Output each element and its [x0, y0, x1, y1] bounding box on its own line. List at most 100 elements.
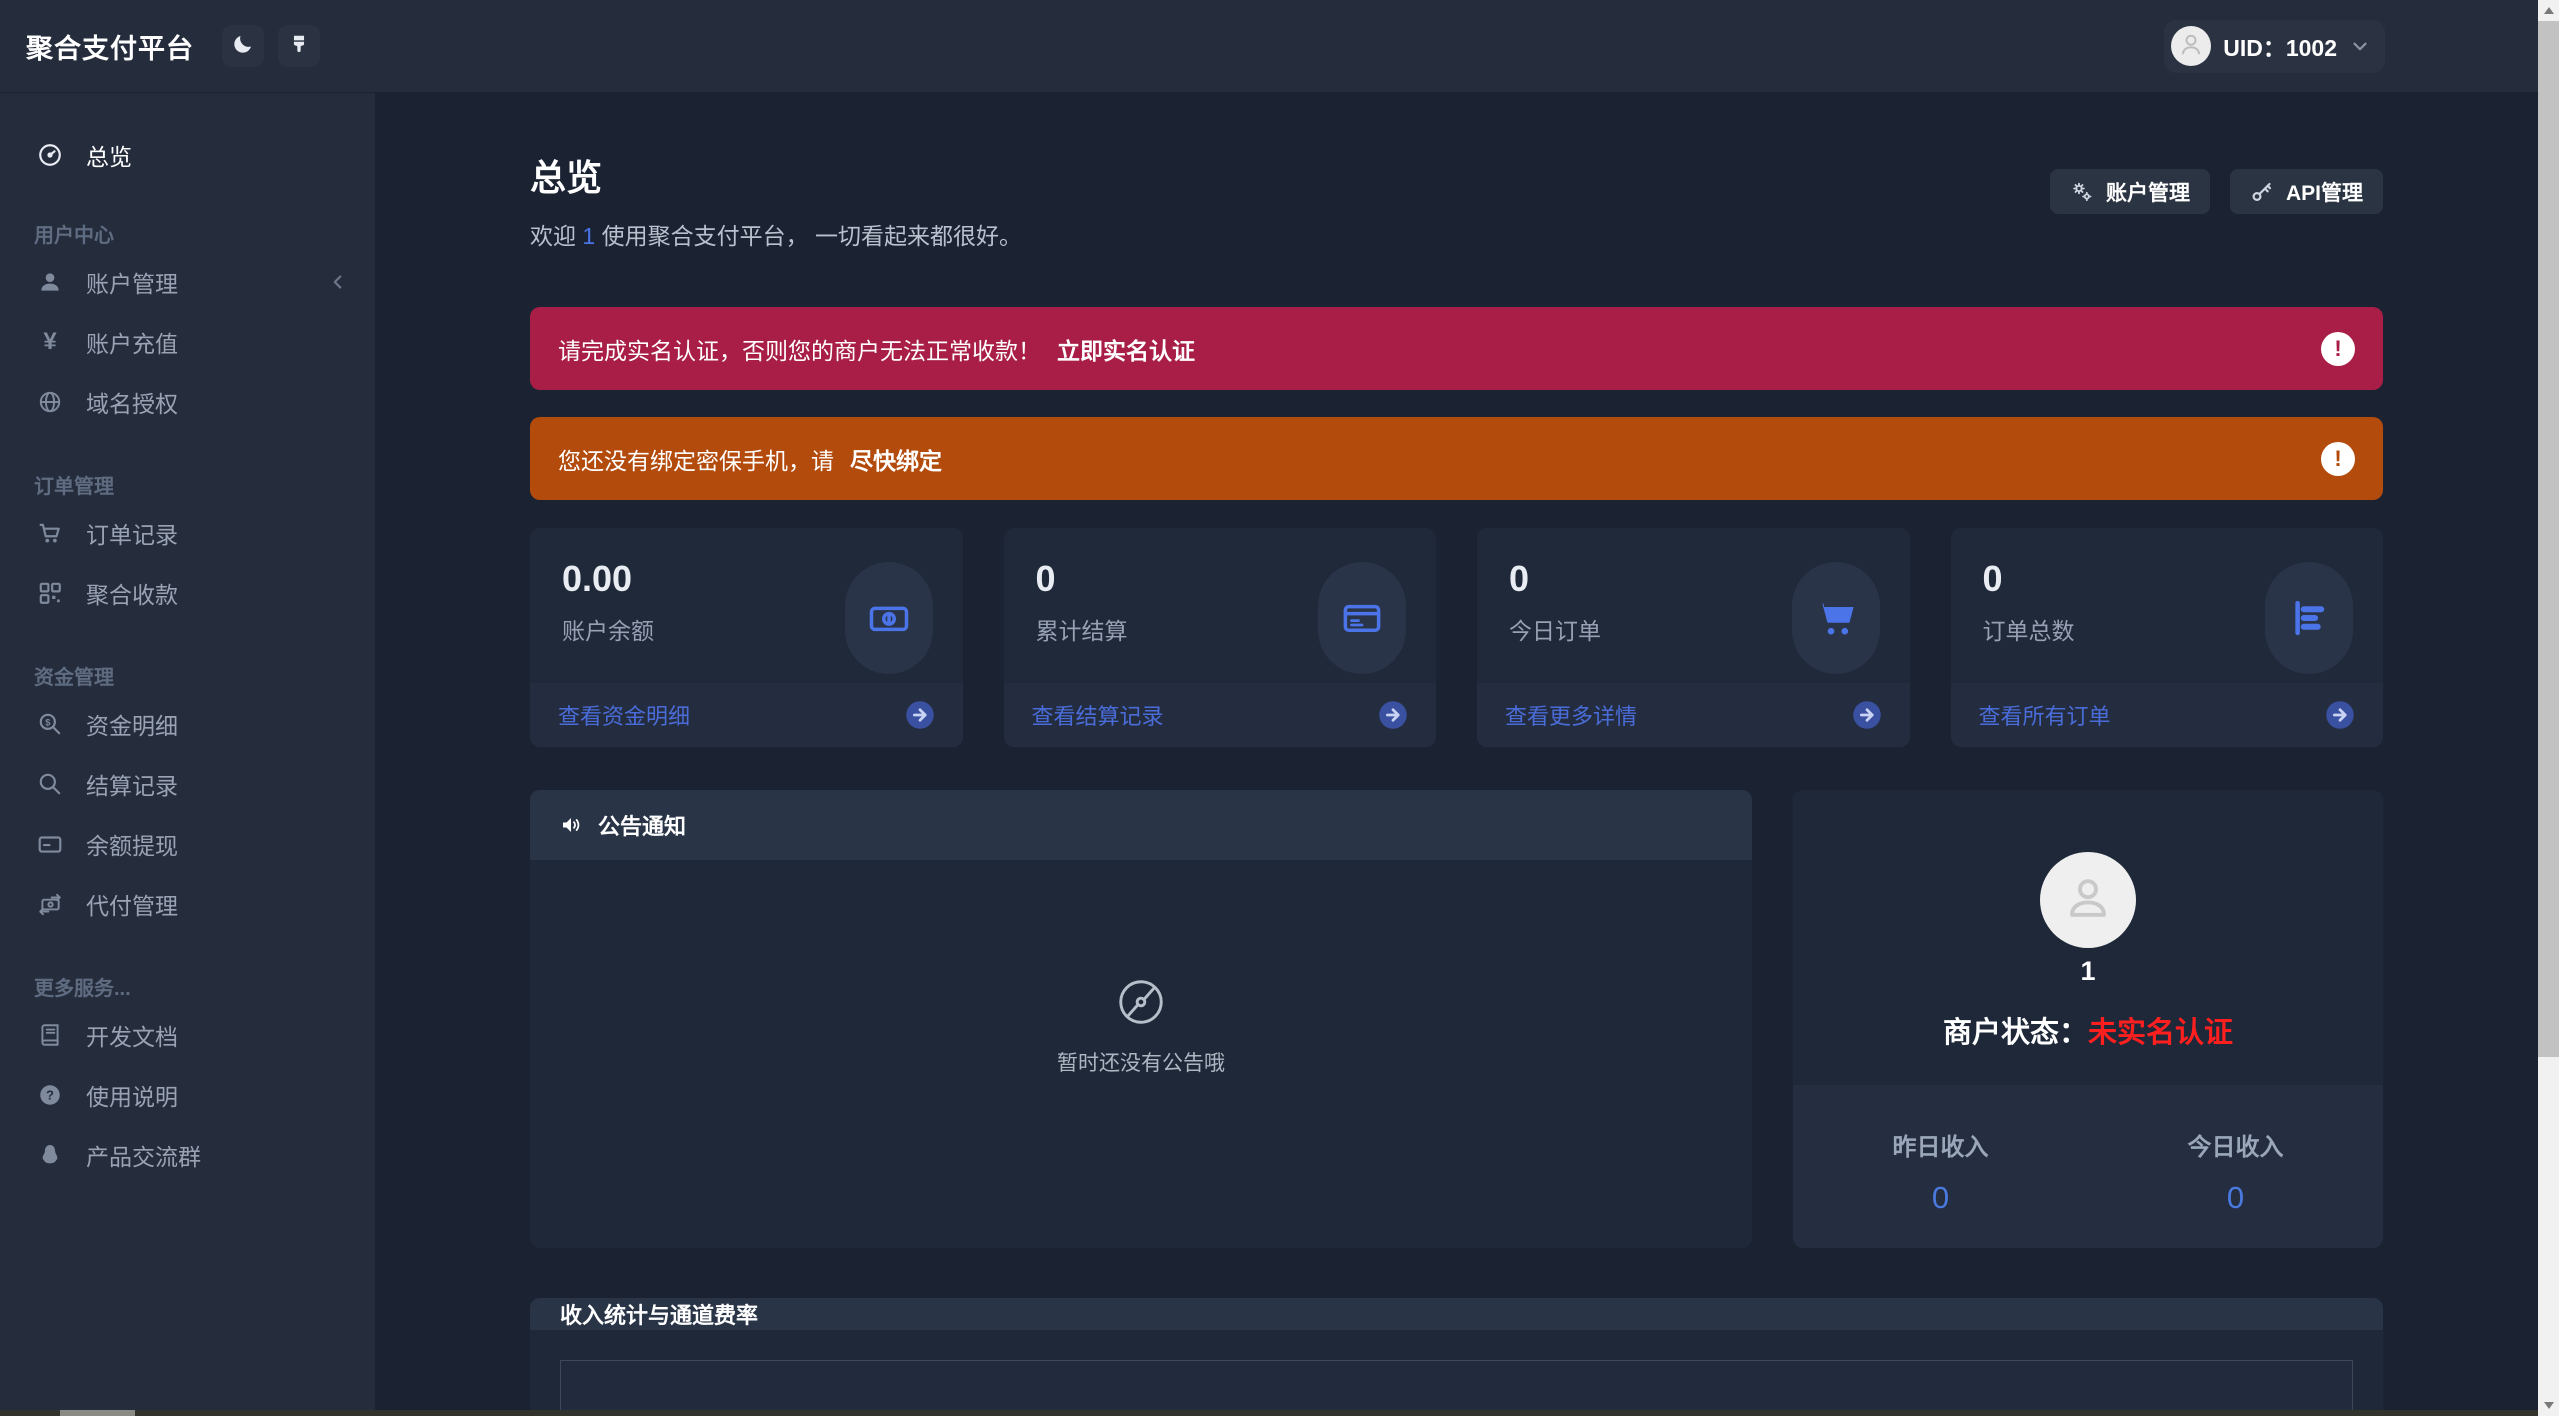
svg-text:$: $	[45, 717, 50, 727]
merchant-status-label: 商户状态：	[1942, 1017, 2088, 1049]
card-body: 0.00 账户余额	[530, 528, 963, 683]
person-icon	[2057, 867, 2119, 934]
sidebar-item-aggregate-collect[interactable]: 聚合收款	[0, 563, 375, 623]
sidebar-section-label: 用户中心	[34, 225, 114, 247]
sidebar-item-domain-auth[interactable]: 域名授权	[0, 372, 375, 432]
card-body: 0 订单总数	[1950, 528, 2383, 683]
qrcode-icon	[34, 580, 66, 606]
internet-explorer-icon	[34, 389, 66, 415]
view-settle-records-link[interactable]: 查看结算记录	[1032, 699, 1164, 731]
sidebar-item-dev-docs[interactable]: 开发文档	[0, 1005, 375, 1065]
panels-row: 公告通知 暂时还没有公告哦 1 商户状态：未实名认证 昨日收入 0 今日收入 0	[530, 790, 2383, 1248]
bind-phone-link[interactable]: 尽快绑定	[850, 442, 942, 476]
sidebar-item-usage-guide[interactable]: ? 使用说明	[0, 1065, 375, 1125]
card-footer: 查看结算记录	[1003, 683, 1436, 747]
page-head-text: 总览 欢迎 1 使用聚合支付平台， 一切看起来都很好。	[530, 149, 1022, 251]
merchant-count: 1	[2080, 956, 2096, 986]
card-body: 0 累计结算	[1003, 528, 1436, 683]
horizontal-scrollbar-thumb[interactable]	[60, 1410, 135, 1416]
main-area: 总览 欢迎 1 使用聚合支付平台， 一切看起来都很好。 账户管理 API管理 请…	[375, 93, 2559, 1416]
view-all-orders-link[interactable]: 查看所有订单	[1979, 699, 2111, 731]
account-manage-button[interactable]: 账户管理	[2049, 169, 2210, 214]
sidebar-group-funds: 资金管理 $ 资金明细 结算记录 余额提现 代付管理	[0, 661, 375, 934]
sidebar-item-product-group[interactable]: 产品交流群	[0, 1125, 375, 1185]
frame: 总览 用户中心 账户管理 ¥ 账户充值 域名授权 订单管理 订单记录 聚合收款 …	[0, 93, 2559, 1416]
welcome-text: 欢迎 1 使用聚合支付平台， 一切看起来都很好。	[530, 217, 1022, 251]
merchant-status-value: 未实名认证	[2088, 1017, 2234, 1049]
income-chart-header: 收入统计与通道费率	[530, 1298, 2383, 1330]
user-icon	[34, 269, 66, 295]
key-icon	[2250, 180, 2274, 204]
qq-icon	[34, 1142, 66, 1168]
search-icon	[34, 771, 66, 797]
balance-card: 0.00 账户余额 查看资金明细	[530, 528, 963, 747]
alert-text: 请完成实名认证，否则您的商户无法正常收款！	[558, 337, 1041, 364]
merchant-income: 昨日收入 0 今日收入 0	[1793, 1085, 2383, 1248]
circle-arrow-right-icon[interactable]	[1378, 700, 1408, 730]
gauge-icon	[34, 142, 66, 168]
merchant-status-panel: 1 商户状态：未实名认证 昨日收入 0 今日收入 0	[1793, 790, 2383, 1248]
welcome-prefix: 欢迎	[530, 223, 576, 249]
view-fund-details-link[interactable]: 查看资金明细	[558, 699, 690, 731]
exclamation-circle-icon: !	[2321, 331, 2355, 366]
horizontal-scrollbar[interactable]	[0, 1410, 2538, 1416]
sidebar-item-account-manage[interactable]: 账户管理	[0, 252, 375, 312]
merchant-top: 1 商户状态：未实名认证	[1793, 790, 2383, 1085]
sidebar-group-more: 更多服务... 开发文档 ? 使用说明 产品交流群	[0, 972, 375, 1185]
sidebar-item-label: 代付管理	[86, 893, 178, 919]
income-chart-canvas	[560, 1360, 2353, 1416]
sidebar-item-payout-manage[interactable]: 代付管理	[0, 874, 375, 934]
view-more-details-link[interactable]: 查看更多详情	[1505, 699, 1637, 731]
sidebar-section-label: 订单管理	[34, 476, 114, 498]
user-menu[interactable]: UID：1002	[2164, 19, 2385, 73]
empty-state: 暂时还没有公告哦	[1057, 975, 1225, 1077]
yesterday-income: 昨日收入 0	[1793, 1127, 2088, 1216]
sidebar-item-label: 账户管理	[86, 271, 178, 297]
card-footer: 查看资金明细	[530, 683, 963, 747]
realname-verify-link[interactable]: 立即实名认证	[1057, 332, 1195, 366]
api-manage-button[interactable]: API管理	[2229, 169, 2383, 214]
exclamation-circle-icon: !	[2321, 441, 2355, 476]
announcement-header: 公告通知	[530, 790, 1752, 860]
theme-toggle-button[interactable]	[222, 25, 264, 67]
circle-arrow-right-icon[interactable]	[2325, 700, 2355, 730]
sidebar-item-label: 余额提现	[86, 833, 178, 859]
sidebar-item-fund-details[interactable]: $ 资金明细	[0, 694, 375, 754]
gears-icon	[2070, 180, 2094, 204]
triangle-up-icon	[2543, 7, 2554, 14]
vertical-scrollbar-thumb[interactable]	[2538, 21, 2559, 1057]
sidebar-group-user: 用户中心 账户管理 ¥ 账户充值 域名授权	[0, 219, 375, 432]
announcement-panel: 公告通知 暂时还没有公告哦	[530, 790, 1752, 1248]
empty-text: 暂时还没有公告哦	[1057, 1052, 1225, 1075]
today-orders-card: 0 今日订单 查看更多详情	[1477, 528, 1910, 747]
payment-platform-dashboard: 聚合支付平台 UID：1002 总览 用户中心 账户管理 ¥ 账户充值 域名授权…	[0, 0, 2559, 1416]
button-label: 账户管理	[2105, 181, 2190, 205]
merchant-avatar	[2040, 852, 2136, 948]
topbar: 聚合支付平台 UID：1002	[0, 0, 2559, 93]
card-footer: 查看更多详情	[1477, 683, 1910, 747]
sidebar-section-label: 更多服务...	[34, 978, 131, 1000]
circle-arrow-right-icon[interactable]	[905, 700, 935, 730]
credit-card-icon	[34, 831, 66, 857]
sidebar-item-label: 总览	[86, 144, 132, 170]
scroll-up-button[interactable]	[2538, 0, 2559, 21]
chevron-left-icon	[327, 271, 349, 293]
content: 总览 欢迎 1 使用聚合支付平台， 一切看起来都很好。 账户管理 API管理 请…	[530, 149, 2383, 1416]
sidebar-item-label: 产品交流群	[86, 1144, 201, 1170]
sidebar-item-overview[interactable]: 总览	[0, 129, 375, 181]
card-footer: 查看所有订单	[1950, 683, 2383, 747]
head-actions: 账户管理 API管理	[2049, 169, 2383, 214]
sidebar-item-order-records[interactable]: 订单记录	[0, 503, 375, 563]
stat-cards-row: 0.00 账户余额 查看资金明细 0 累计结算 查看结算记录 0 今日订单 查看…	[530, 528, 2383, 747]
skin-button[interactable]	[278, 25, 320, 67]
scroll-down-button[interactable]	[2538, 1395, 2559, 1416]
sidebar-item-settle-records[interactable]: 结算记录	[0, 754, 375, 814]
sidebar-item-account-recharge[interactable]: ¥ 账户充值	[0, 312, 375, 372]
book-icon	[34, 1022, 66, 1048]
vertical-scrollbar[interactable]	[2538, 0, 2559, 1416]
today-income: 今日收入 0	[2088, 1127, 2383, 1216]
circle-arrow-right-icon[interactable]	[1852, 700, 1882, 730]
sidebar-item-balance-withdraw[interactable]: 余额提现	[0, 814, 375, 874]
alert-text: 您还没有绑定密保手机，请	[558, 447, 834, 474]
welcome-username: 1	[582, 223, 596, 249]
